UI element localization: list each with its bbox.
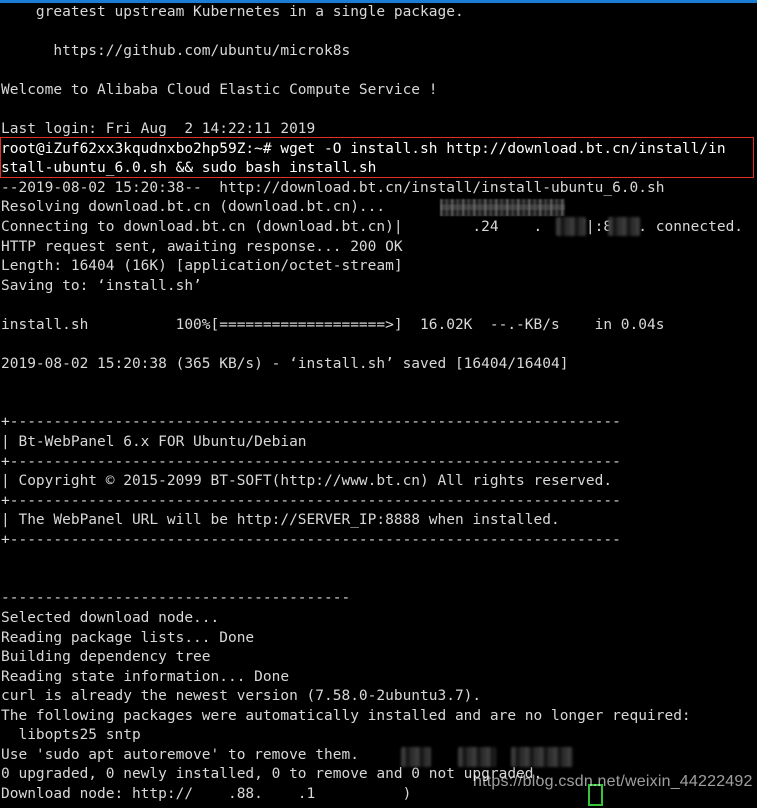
terminal-line-length: Length: 16404 (16K) [application/octet-s…: [1, 258, 403, 275]
terminal-line: greatest upstream Kubernetes in a single…: [1, 4, 464, 20]
banner-box-rule: +---------------------------------------…: [1, 453, 621, 470]
banner-box-rule: +---------------------------------------…: [1, 492, 621, 509]
terminal-line-progress-bar: install.sh 100%[===================>] 16…: [1, 316, 665, 333]
banner-box-url-note: | The WebPanel URL will be http://SERVER…: [1, 512, 560, 529]
separator-rule: ----------------------------------------: [1, 804, 757, 808]
terminal-window[interactable]: greatest upstream Kubernetes in a single…: [0, 0, 757, 808]
terminal-line-autoremove-hint: Use 'sudo apt autoremove' to remove them…: [1, 746, 359, 763]
terminal-line-building-tree: Building dependency tree: [1, 649, 211, 666]
banner-box-copyright: | Copyright © 2015-2099 BT-SOFT(http://w…: [1, 473, 613, 490]
terminal-screen[interactable]: greatest upstream Kubernetes in a single…: [1, 3, 757, 808]
terminal-line-command-part1[interactable]: root@iZuf62xx3kqudnxbo2hp59Z:~# wget -O …: [1, 140, 757, 160]
banner-box-title: | Bt-WebPanel 6.x FOR Ubuntu/Debian: [1, 434, 307, 451]
terminal-line-apt-summary: 0 upgraded, 0 newly installed, 0 to remo…: [1, 766, 543, 783]
terminal-line-last-login: Last login: Fri Aug 2 14:22:11 2019: [1, 121, 316, 138]
terminal-line-selected-node: Selected download node...: [1, 609, 220, 626]
terminal-line-reading-state: Reading state information... Done: [1, 668, 290, 685]
banner-box-rule-top: +---------------------------------------…: [1, 414, 621, 431]
terminal-line-command-part2[interactable]: stall-ubuntu_6.0.sh && sudo bash install…: [1, 159, 757, 179]
terminal-line-curl-version: curl is already the newest version (7.58…: [1, 688, 482, 705]
terminal-line-saving-to: Saving to: ‘install.sh’: [1, 277, 202, 294]
terminal-line-download-node: Download node: http:// .88. .1 ): [1, 785, 412, 802]
terminal-line-autoremove-packages: libopts25 sntp: [1, 727, 141, 744]
terminal-line-resolving: Resolving download.bt.cn (download.bt.cn…: [1, 199, 394, 216]
terminal-line-reading-lists: Reading package lists... Done: [1, 629, 255, 646]
terminal-line-wget-start: --2019-08-02 15:20:38-- http://download.…: [1, 179, 665, 196]
terminal-line: https://github.com/ubuntu/microk8s: [1, 43, 351, 60]
terminal-line-connecting: Connecting to download.bt.cn (download.b…: [1, 219, 744, 236]
banner-box-rule-bottom: +---------------------------------------…: [1, 531, 621, 548]
terminal-line-http-status: HTTP request sent, awaiting response... …: [1, 238, 403, 255]
separator-rule: ----------------------------------------: [1, 590, 351, 607]
terminal-line: Welcome to Alibaba Cloud Elastic Compute…: [1, 82, 438, 99]
terminal-line-saved-summary: 2019-08-02 15:20:38 (365 KB/s) - ‘instal…: [1, 355, 569, 372]
terminal-line-autoremove-notice: The following packages were automaticall…: [1, 707, 691, 724]
terminal-cursor: [588, 784, 603, 806]
